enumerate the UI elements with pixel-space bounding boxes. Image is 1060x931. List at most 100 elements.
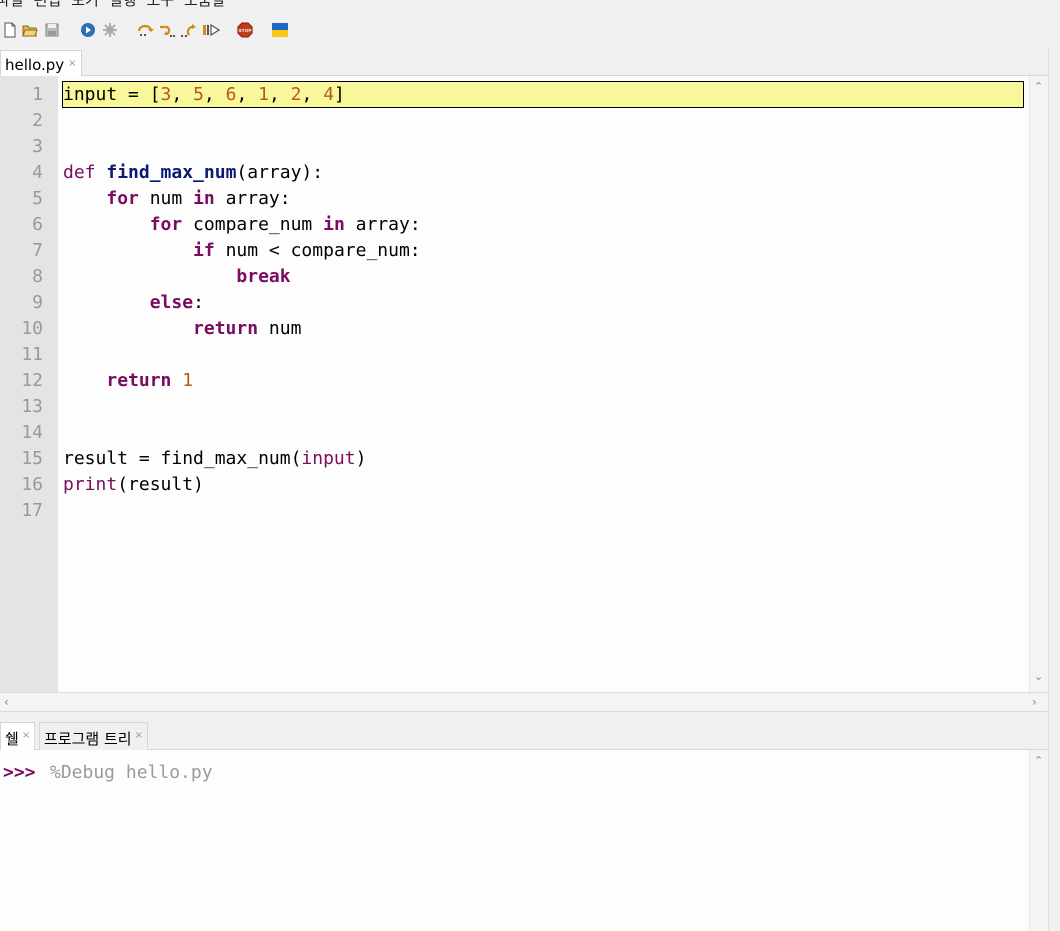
toolbar: STOP bbox=[0, 18, 1060, 44]
scroll-down-icon[interactable]: ⌄ bbox=[1034, 670, 1043, 683]
tok-in: in bbox=[323, 214, 345, 235]
ukraine-flag-icon[interactable] bbox=[272, 23, 288, 37]
scroll-up-icon[interactable]: ⌃ bbox=[1034, 80, 1043, 93]
tab-shell[interactable]: 쉘 × bbox=[0, 722, 36, 750]
line-number: 4 bbox=[32, 162, 43, 183]
step-into-icon[interactable] bbox=[158, 22, 176, 38]
line-number: 8 bbox=[32, 266, 43, 287]
menu-bar: 파일 편집 보기 실행 도구 도움말 bbox=[0, 0, 1060, 11]
stop-label: STOP bbox=[238, 28, 252, 34]
line-number: 13 bbox=[21, 396, 43, 417]
tok-num-6: 6 bbox=[225, 84, 237, 105]
code-area[interactable]: input = [3, 5, 6, 1, 2, 4] def find_max_… bbox=[63, 82, 1028, 524]
tok-num-1: 1 bbox=[182, 370, 194, 391]
resume-icon[interactable] bbox=[202, 22, 220, 38]
shell-prompt: >>> bbox=[3, 762, 36, 783]
tok-for: for bbox=[106, 188, 139, 209]
line-number: 2 bbox=[32, 110, 43, 131]
tab-program-tree[interactable]: 프로그램 트리 × bbox=[39, 722, 148, 750]
shell-command: %Debug hello.py bbox=[50, 762, 213, 783]
save-icon[interactable] bbox=[44, 22, 60, 38]
tok-break: break bbox=[236, 266, 291, 287]
stop-icon[interactable]: STOP bbox=[236, 22, 254, 38]
menu-edit[interactable]: 편집 bbox=[34, 0, 72, 11]
tok-else: else bbox=[149, 292, 194, 313]
close-icon[interactable]: × bbox=[135, 730, 143, 741]
tok-in: in bbox=[193, 188, 215, 209]
line-number: 12 bbox=[21, 370, 43, 391]
tab-shell-label: 쉘 bbox=[5, 730, 19, 748]
tok-num-4: 4 bbox=[323, 84, 335, 105]
menu-tools[interactable]: 도구 bbox=[146, 0, 184, 11]
line-number: 14 bbox=[21, 422, 43, 443]
code-line-7: if num < compare_num: bbox=[193, 240, 421, 261]
line-number: 1 bbox=[32, 84, 43, 105]
line-number: 9 bbox=[32, 292, 43, 313]
code-line-6: for compare_num in array: bbox=[149, 214, 421, 235]
new-file-icon[interactable] bbox=[2, 22, 18, 38]
menu-run[interactable]: 실행 bbox=[109, 0, 147, 11]
editor-horizontal-scrollbar[interactable]: ‹ › bbox=[0, 692, 1048, 712]
line-number: 16 bbox=[21, 474, 43, 495]
tok-if: if bbox=[193, 240, 215, 261]
tok-print: print bbox=[63, 474, 118, 495]
line-number: 10 bbox=[21, 318, 43, 339]
tab-program-tree-label: 프로그램 트리 bbox=[44, 730, 132, 748]
panel-tab-bar: 쉘 × 프로그램 트리 × bbox=[0, 722, 1048, 750]
menu-help[interactable]: 도움말 bbox=[184, 0, 235, 11]
run-icon[interactable] bbox=[80, 22, 96, 38]
shell-vertical-scrollbar[interactable]: ⌃ bbox=[1029, 750, 1048, 931]
tok-def: def bbox=[63, 162, 96, 183]
code-line-5: for num in array: bbox=[106, 188, 291, 209]
code-line-9: else: bbox=[149, 292, 204, 313]
line-number: 11 bbox=[21, 344, 43, 365]
tok-num-5: 5 bbox=[193, 84, 204, 105]
code-line-15: result = find_max_num(input) bbox=[63, 448, 367, 469]
step-out-icon[interactable] bbox=[180, 22, 198, 38]
right-edge-panel bbox=[1048, 48, 1060, 931]
step-over-icon[interactable] bbox=[137, 22, 155, 38]
line-number: 7 bbox=[32, 240, 43, 261]
tok-num-1: 1 bbox=[258, 84, 269, 105]
code-line-12: return 1 bbox=[63, 368, 1028, 394]
close-icon[interactable]: × bbox=[22, 730, 30, 741]
tok-num-2: 2 bbox=[290, 84, 302, 105]
line-number: 3 bbox=[32, 136, 43, 157]
tok-input: input bbox=[63, 84, 118, 105]
scroll-left-icon[interactable]: ‹ bbox=[4, 695, 9, 709]
editor-vertical-scrollbar[interactable]: ⌃ ⌄ bbox=[1029, 76, 1048, 692]
scroll-up-icon[interactable]: ⌃ bbox=[1034, 754, 1043, 767]
menu-file[interactable]: 파일 bbox=[0, 0, 34, 11]
debug-icon[interactable] bbox=[102, 22, 118, 38]
code-line-16: print(result) bbox=[63, 474, 204, 495]
tok-return: return bbox=[106, 370, 172, 391]
scroll-right-icon[interactable]: › bbox=[1032, 695, 1037, 709]
code-editor[interactable]: 1 2 3 4 5 6 7 8 9 10 11 12 13 14 15 16 17 input = [3, 5,… bbox=[0, 76, 1048, 692]
close-icon[interactable]: × bbox=[68, 58, 76, 69]
tok-return: return bbox=[193, 318, 259, 339]
code-line-1: input = [3, 5, 6, 1, 2, 4] bbox=[63, 84, 345, 105]
menu-view[interactable]: 보기 bbox=[71, 0, 109, 11]
open-file-icon[interactable] bbox=[22, 22, 38, 38]
tok-num-3: 3 bbox=[160, 84, 172, 105]
code-line-8: break bbox=[63, 264, 1028, 290]
line-number: 17 bbox=[21, 500, 43, 521]
editor-tab-bar: hello.py × bbox=[0, 48, 1060, 76]
code-line-10: return num bbox=[193, 318, 302, 339]
tok-func-name: find_max_num bbox=[106, 162, 237, 183]
line-number: 6 bbox=[32, 214, 43, 235]
tab-hello-py[interactable]: hello.py × bbox=[0, 50, 82, 76]
shell-panel[interactable]: >>> %Debug hello.py bbox=[0, 750, 1048, 931]
line-number-gutter: 1 2 3 4 5 6 7 8 9 10 11 12 13 14 15 16 17 bbox=[0, 76, 58, 692]
tok-for: for bbox=[149, 214, 183, 235]
code-line-4: def find_max_num(array): bbox=[63, 162, 324, 183]
tok-input: input bbox=[301, 448, 356, 469]
line-number: 5 bbox=[32, 188, 43, 209]
tab-title: hello.py bbox=[5, 56, 65, 74]
